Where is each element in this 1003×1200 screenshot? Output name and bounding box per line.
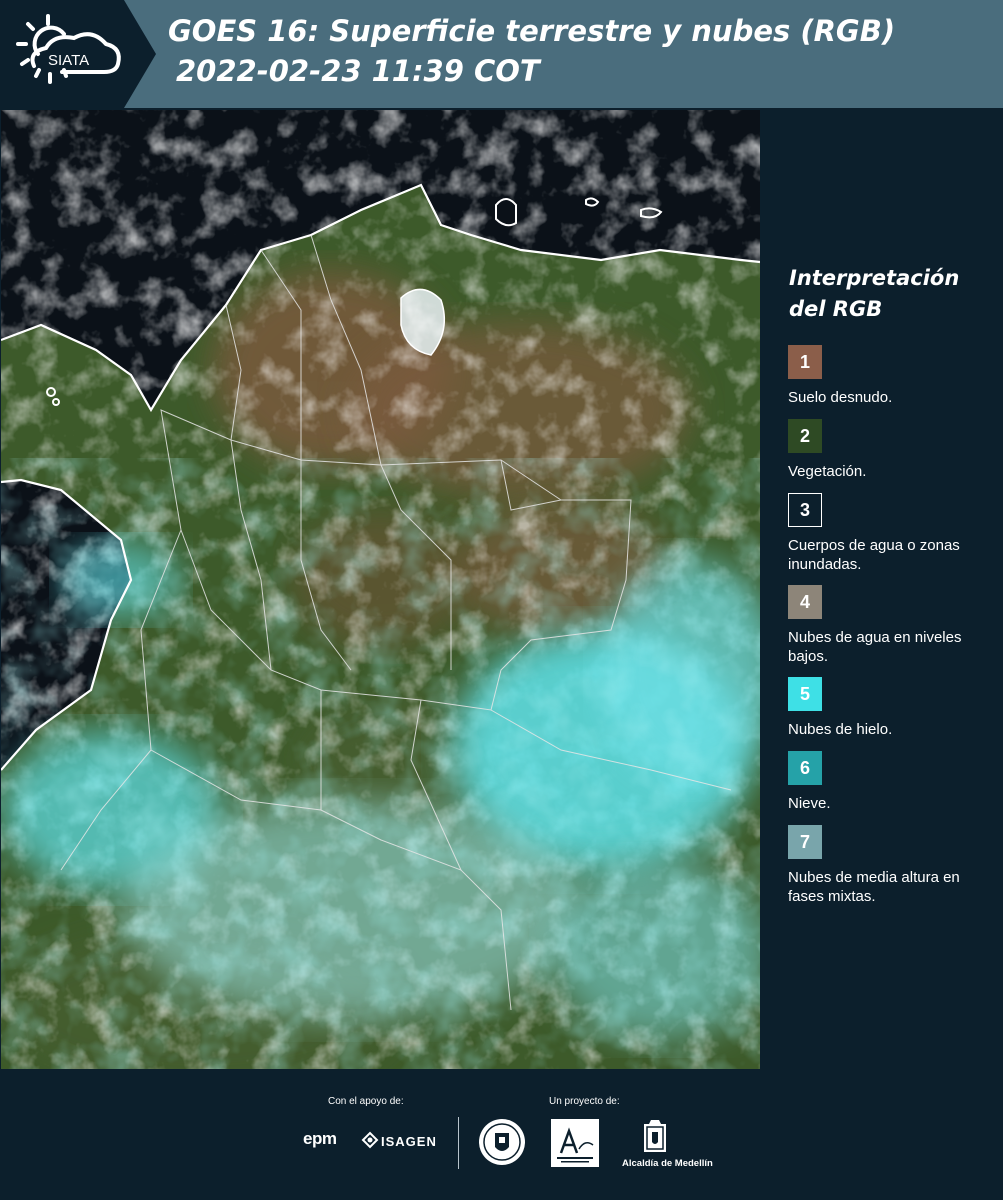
svg-text:SIATA: SIATA (48, 52, 89, 69)
legend-swatch: 3 (788, 493, 822, 527)
page-timestamp: 2022-02-23 11:39 COT (176, 54, 540, 88)
project-caption: Un proyecto de: (549, 1096, 620, 1107)
ice-cloud-layer (1, 540, 760, 1069)
legend-item-low-clouds: 4 Nubes de agua en niveles bajos. (788, 585, 998, 666)
alcaldia-label: Alcaldía de Medellín (622, 1158, 713, 1169)
legend-swatch: 2 (788, 419, 822, 453)
legend-item-bare-soil: 1 Suelo desnudo. (788, 345, 998, 407)
legend-label: Vegetación. (788, 463, 867, 480)
legend-item-snow: 6 Nieve. (788, 751, 998, 813)
legend-item-vegetation: 2 Vegetación. (788, 419, 998, 481)
legend-title: Interpretación del RGB (789, 266, 960, 321)
legend-label: Nubes de agua en niveles bajos. (788, 629, 962, 665)
legend-swatch: 4 (788, 585, 822, 619)
satellite-map[interactable] (1, 110, 760, 1069)
legend-swatch: 6 (788, 751, 822, 785)
isagen-icon (361, 1131, 379, 1149)
footer-divider (458, 1117, 459, 1169)
legend-swatch: 5 (788, 677, 822, 711)
header: SIATA GOES 16: Superficie terrestre y nu… (0, 0, 1003, 108)
legend-item-water: 3 Cuerpos de agua o zonas inundadas. (788, 493, 998, 574)
legend-panel: Interpretación del RGB 1 Suelo desnudo. … (760, 110, 1003, 1069)
isagen-logo[interactable]: ISAGEN (381, 1134, 437, 1149)
sun-cloud-icon: SIATA (16, 14, 121, 84)
epm-logo[interactable]: epm (303, 1129, 337, 1149)
alcaldia-escudo-icon[interactable] (641, 1118, 669, 1156)
legend-label: Nubes de media altura en fases mixtas. (788, 869, 960, 905)
legend-item-ice-clouds: 5 Nubes de hielo. (788, 677, 998, 739)
legend-label: Cuerpos de agua o zonas inundadas. (788, 537, 960, 573)
footer: Con el apoyo de: Un proyecto de: epm ISA… (0, 1069, 1003, 1200)
medellin-seal-icon[interactable] (477, 1117, 527, 1167)
legend-label: Suelo desnudo. (788, 389, 893, 406)
area-metropolitana-icon (557, 1127, 594, 1163)
support-caption: Con el apoyo de: (328, 1096, 404, 1107)
legend-swatch: 1 (788, 345, 822, 379)
page-title: GOES 16: Superficie terrestre y nubes (R… (168, 14, 896, 48)
area-metropolitana-logo[interactable] (551, 1119, 599, 1167)
legend-item-mid-clouds: 7 Nubes de media altura en fases mixtas. (788, 825, 998, 906)
legend-swatch: 7 (788, 825, 822, 859)
siata-logo[interactable]: SIATA (0, 0, 156, 108)
legend-label: Nubes de hielo. (788, 721, 893, 738)
legend-label: Nieve. (788, 795, 831, 812)
